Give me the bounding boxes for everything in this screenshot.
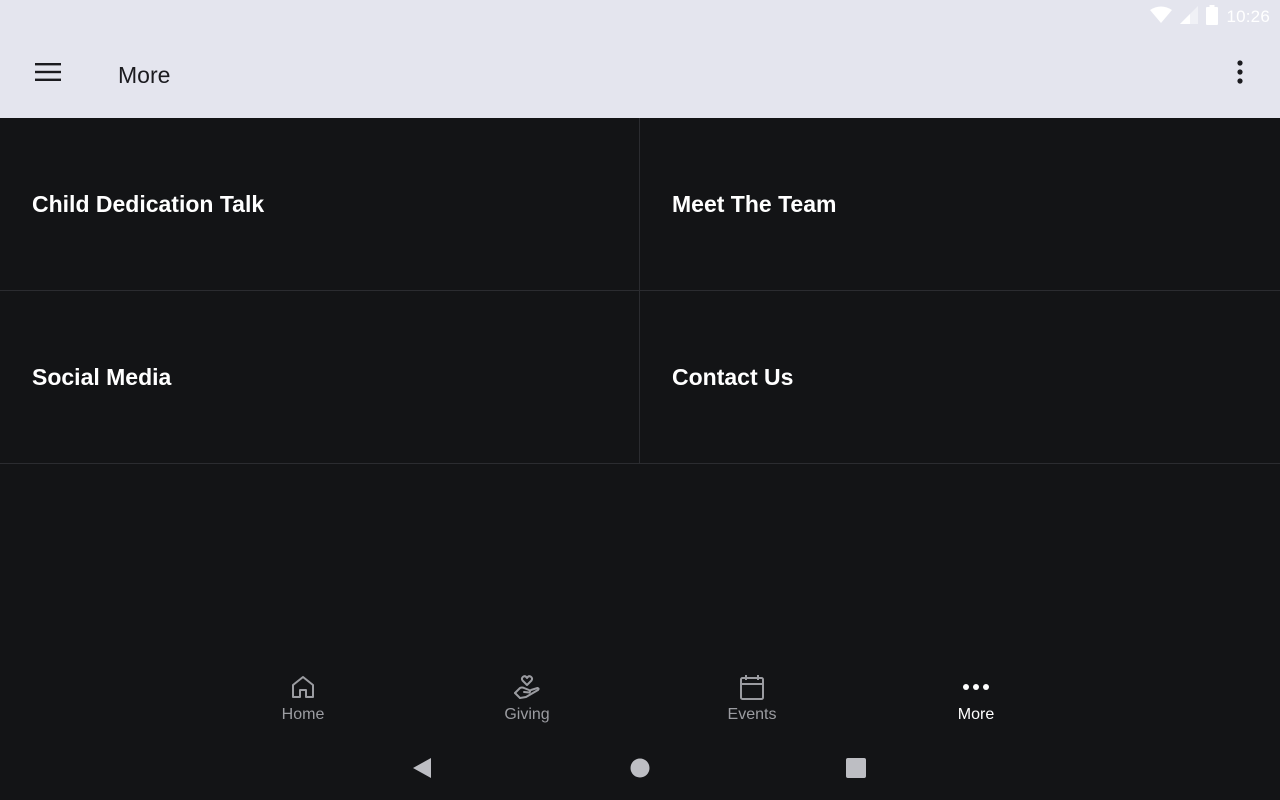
page-title: More [118,62,171,88]
tile-label: Social Media [32,364,172,390]
nav-item-giving[interactable]: Giving [467,672,587,732]
tile-label: Contact Us [672,364,794,390]
nav-item-more[interactable]: More [916,672,1036,732]
hamburger-menu-icon [35,62,61,86]
nav-label-more: More [957,706,995,723]
more-vertical-icon [1237,59,1243,89]
nav-label-events: Events [727,706,777,723]
wifi-icon [1150,6,1173,29]
tile-meet-the-team[interactable]: Meet The Team [640,118,1280,291]
system-navigation-bar [0,740,1280,800]
home-icon [290,672,316,702]
back-icon [412,757,432,784]
nav-label-giving: Giving [504,706,550,723]
home-circle-icon [630,758,650,783]
bottom-navigation: Home Giving Events More [0,660,1280,740]
tile-child-dedication-talk[interactable]: Child Dedication Talk [0,118,640,291]
nav-item-home[interactable]: Home [243,672,363,732]
status-bar: 10:26 [0,0,1280,34]
system-back-button[interactable] [406,754,438,786]
overflow-menu-button[interactable] [1220,56,1260,92]
tile-label: Meet The Team [672,191,837,217]
battery-icon [1206,4,1219,30]
app-bar: More [0,34,1280,118]
menu-button[interactable] [24,56,72,92]
calendar-icon [739,672,765,702]
system-recents-button[interactable] [840,754,872,786]
more-grid: Child Dedication Talk Meet The Team Soci… [0,118,1280,464]
nav-item-events[interactable]: Events [692,672,812,732]
tile-label: Child Dedication Talk [32,191,265,217]
tile-social-media[interactable]: Social Media [0,291,640,464]
giving-hand-heart-icon [512,672,542,702]
recents-square-icon [846,757,866,783]
status-time: 10:26 [1226,7,1270,26]
status-icons: 10:26 [1150,4,1270,30]
nav-label-home: Home [281,706,325,723]
more-horizontal-icon [962,672,990,702]
system-home-button[interactable] [624,754,656,786]
cell-signal-icon [1180,5,1199,29]
tile-contact-us[interactable]: Contact Us [640,291,1280,464]
